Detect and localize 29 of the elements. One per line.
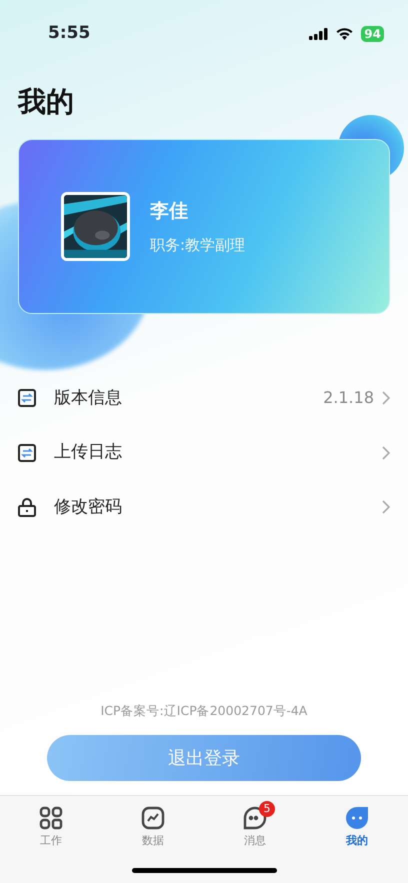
tab-item[interactable]: 数据	[102, 796, 204, 883]
lock-icon	[18, 498, 36, 517]
chat-icon	[345, 806, 369, 830]
chevron-right-icon	[382, 446, 390, 460]
menu-item[interactable]: 上传日志	[0, 426, 408, 480]
tab-item[interactable]: 工作	[0, 796, 102, 883]
menu-item[interactable]: 修改密码	[0, 480, 408, 534]
menu-label: 上传日志	[54, 441, 122, 464]
wifi-icon	[336, 28, 354, 40]
user-name: 李佳	[150, 199, 189, 224]
version-number: 2.1.18	[323, 387, 374, 410]
tab-item[interactable]: 我的	[306, 796, 408, 883]
chart-icon	[141, 806, 165, 830]
icp-notice: ICP备案号:辽ICP备20002707号-4A	[100, 702, 308, 720]
grid-icon	[39, 806, 63, 830]
menu-label: 修改密码	[54, 496, 122, 518]
chevron-right-icon	[382, 500, 390, 514]
notification-badge: 5	[259, 801, 275, 817]
swap-icon	[18, 444, 36, 462]
page-title: 我的	[18, 84, 75, 120]
logout-button[interactable]: 退出登录	[47, 735, 361, 781]
status-time: 5:55	[48, 22, 90, 46]
user-role: 职务:教学副理	[150, 234, 246, 256]
menu-item[interactable]: 版本信息 2.1.18	[0, 371, 408, 426]
chevron-right-icon	[382, 391, 390, 406]
swap-icon	[18, 389, 36, 408]
menu-label: 版本信息	[54, 386, 122, 410]
battery-indicator: 94	[361, 26, 384, 42]
signal-icon	[309, 28, 328, 40]
